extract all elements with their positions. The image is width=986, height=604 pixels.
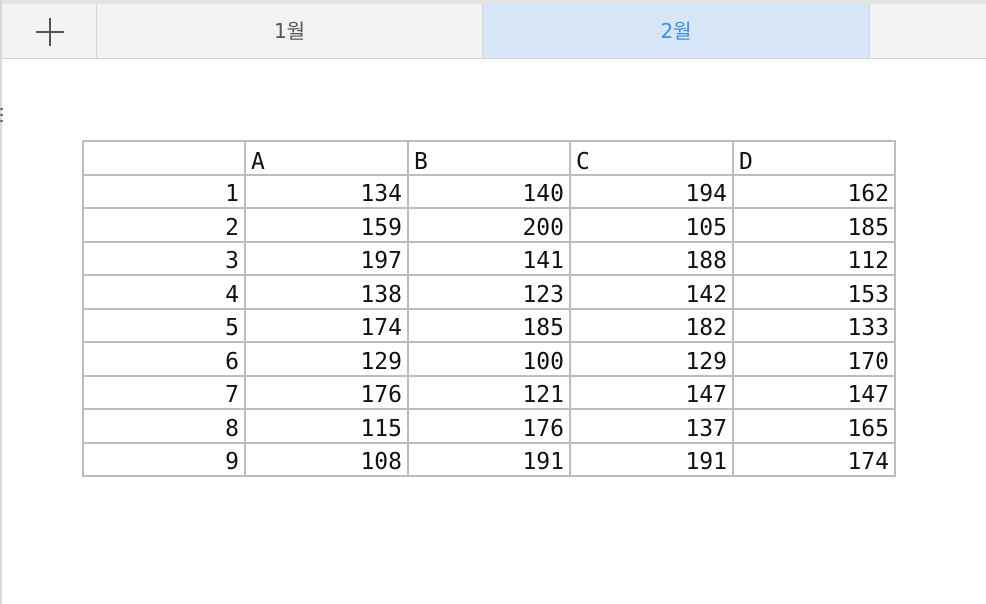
row-header-cell[interactable]: 3 [82, 240, 246, 276]
table-cell[interactable]: 165 [732, 408, 896, 444]
plus-icon [36, 18, 64, 46]
table-cell[interactable]: 100 [407, 341, 571, 377]
table-row: 4 138 123 142 153 [82, 274, 896, 310]
table-cell[interactable]: 176 [407, 408, 571, 444]
table-row: 5 174 185 182 133 [82, 307, 896, 343]
row-header-cell[interactable]: 2 [82, 207, 246, 243]
table-cell[interactable]: 185 [407, 307, 571, 343]
table-cell[interactable]: 133 [732, 307, 896, 343]
corner-cell[interactable] [82, 140, 246, 176]
table-cell[interactable]: 108 [244, 441, 409, 477]
table-cell[interactable]: 138 [244, 274, 409, 310]
table-cell[interactable]: 129 [244, 341, 409, 377]
table-row: 1 134 140 194 162 [82, 173, 896, 209]
row-header-cell[interactable]: 1 [82, 173, 246, 209]
table-cell[interactable]: 200 [407, 207, 571, 243]
table-cell[interactable]: 162 [732, 173, 896, 209]
table-row: 2 159 200 105 185 [82, 207, 896, 243]
side-resize-handle-icon[interactable] [0, 108, 4, 128]
table-cell[interactable]: 182 [569, 307, 734, 343]
column-header-d[interactable]: D [732, 140, 896, 176]
table-cell[interactable]: 141 [407, 240, 571, 276]
column-header-a[interactable]: A [244, 140, 409, 176]
table-cell[interactable]: 140 [407, 173, 571, 209]
row-header-cell[interactable]: 9 [82, 441, 246, 477]
table-row: 3 197 141 188 112 [82, 240, 896, 276]
table-cell[interactable]: 185 [732, 207, 896, 243]
table-cell[interactable]: 188 [569, 240, 734, 276]
table-cell[interactable]: 176 [244, 374, 409, 410]
add-sheet-button[interactable] [2, 4, 97, 58]
column-header-c[interactable]: C [569, 140, 734, 176]
row-header-cell[interactable]: 7 [82, 374, 246, 410]
row-header-cell[interactable]: 5 [82, 307, 246, 343]
table-row: 9 108 191 191 174 [82, 441, 896, 477]
table-body: 1 134 140 194 162 2 159 200 105 185 3 197 141 188 112 4… [82, 173, 896, 477]
table-cell[interactable]: 191 [407, 441, 571, 477]
table-cell[interactable]: 191 [569, 441, 734, 477]
table-cell[interactable]: 142 [569, 274, 734, 310]
table-cell[interactable]: 153 [732, 274, 896, 310]
table-cell[interactable]: 105 [569, 207, 734, 243]
column-header-b[interactable]: B [407, 140, 571, 176]
table-cell[interactable]: 115 [244, 408, 409, 444]
spreadsheet-app: 1월 2월 A B C D 1 134 140 194 162 2 159 200 105 185… [0, 0, 986, 604]
table-cell[interactable]: 159 [244, 207, 409, 243]
table-row: 7 176 121 147 147 [82, 374, 896, 410]
tab-sheet-2[interactable]: 2월 [483, 4, 870, 58]
table-cell[interactable]: 121 [407, 374, 571, 410]
table-cell[interactable]: 170 [732, 341, 896, 377]
row-header-cell[interactable]: 4 [82, 274, 246, 310]
table-cell[interactable]: 112 [732, 240, 896, 276]
table-cell[interactable]: 134 [244, 173, 409, 209]
header-row: A B C D [82, 140, 896, 176]
row-header-cell[interactable]: 6 [82, 341, 246, 377]
table-cell[interactable]: 147 [732, 374, 896, 410]
table-cell[interactable]: 174 [732, 441, 896, 477]
table-row: 8 115 176 137 165 [82, 408, 896, 444]
table-cell[interactable]: 129 [569, 341, 734, 377]
sheet-tab-bar: 1월 2월 [0, 4, 986, 59]
table-cell[interactable]: 194 [569, 173, 734, 209]
data-table: A B C D 1 134 140 194 162 2 159 200 105 185 3 197 14… [82, 140, 896, 477]
table-cell[interactable]: 174 [244, 307, 409, 343]
table-row: 6 129 100 129 170 [82, 341, 896, 377]
window-left-border [0, 0, 2, 604]
row-header-cell[interactable]: 8 [82, 408, 246, 444]
tab-sheet-1[interactable]: 1월 [97, 4, 483, 58]
table-cell[interactable]: 197 [244, 240, 409, 276]
table-cell[interactable]: 123 [407, 274, 571, 310]
table-cell[interactable]: 137 [569, 408, 734, 444]
table-cell[interactable]: 147 [569, 374, 734, 410]
